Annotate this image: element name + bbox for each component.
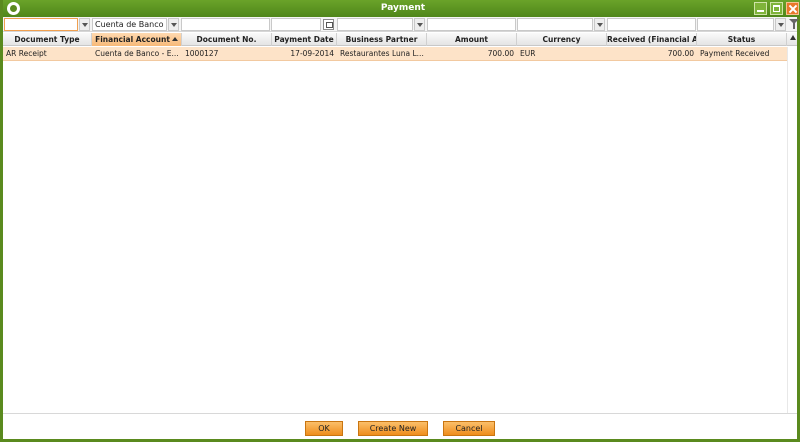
column-header-amount[interactable]: Amount — [427, 33, 517, 46]
filter-currency-dropdown-icon[interactable] — [594, 18, 605, 31]
scroll-up-icon[interactable] — [790, 35, 796, 40]
ok-button[interactable]: OK — [305, 421, 343, 436]
filter-status[interactable] — [697, 18, 774, 31]
filter-financial-account[interactable]: Cuenta de Banco - E — [92, 18, 167, 31]
button-bar: OK Create New Cancel — [3, 413, 797, 439]
cell-currency: EUR — [520, 49, 536, 58]
table-row[interactable]: AR Receipt Cuenta de Banco - E... 100012… — [3, 47, 787, 61]
calendar-icon[interactable] — [323, 19, 334, 30]
filter-business-partner[interactable] — [337, 18, 413, 31]
filter-currency[interactable] — [517, 18, 593, 31]
create-new-button[interactable]: Create New — [358, 421, 428, 436]
column-header-business-partner[interactable]: Business Partner — [337, 33, 427, 46]
column-header-financial-account[interactable]: Financial Account — [92, 33, 182, 46]
filter-document-type-dropdown-icon[interactable] — [79, 18, 90, 31]
filter-payment-date[interactable] — [271, 18, 321, 31]
grid-header: Document Type Financial Account Document… — [3, 33, 797, 46]
sort-ascending-icon — [171, 37, 178, 41]
filter-status-dropdown-icon[interactable] — [775, 18, 786, 31]
cell-document-no: 1000127 — [185, 49, 219, 58]
column-header-document-no[interactable]: Document No. — [182, 33, 272, 46]
filter-amount[interactable] — [427, 18, 516, 31]
filter-document-type[interactable] — [4, 18, 78, 31]
filter-funnel-icon[interactable] — [789, 18, 799, 30]
cell-financial-account: Cuenta de Banco - E... — [95, 49, 179, 58]
filter-row: Cuenta de Banco - E — [3, 17, 799, 32]
column-header-payment-date[interactable]: Payment Date — [272, 33, 337, 46]
filter-document-no[interactable] — [181, 18, 270, 31]
minimize-icon[interactable] — [754, 2, 767, 15]
payment-grid: AR Receipt Cuenta de Banco - E... 100012… — [3, 47, 787, 413]
close-icon[interactable] — [786, 2, 799, 15]
cell-amount: 700.00 — [487, 49, 514, 58]
filter-received[interactable] — [607, 18, 696, 31]
vertical-scrollbar[interactable] — [787, 47, 797, 413]
cell-received: 700.00 — [667, 49, 694, 58]
window-title: Payment — [380, 3, 426, 13]
cancel-button[interactable]: Cancel — [443, 421, 495, 436]
filter-financial-account-dropdown-icon[interactable] — [168, 18, 179, 31]
cell-status: Payment Received — [700, 49, 770, 58]
cell-business-partner: Restaurantes Luna L... — [340, 49, 424, 58]
column-header-document-type[interactable]: Document Type — [3, 33, 92, 46]
column-header-received[interactable]: Received (Financial Ac... — [607, 33, 697, 46]
filter-business-partner-dropdown-icon[interactable] — [414, 18, 425, 31]
title-bar[interactable]: Payment — [3, 0, 800, 17]
cell-document-type: AR Receipt — [6, 49, 47, 58]
column-header-currency[interactable]: Currency — [517, 33, 607, 46]
cell-payment-date: 17-09-2014 — [290, 49, 334, 58]
column-header-status[interactable]: Status — [697, 33, 787, 46]
maximize-icon[interactable] — [770, 2, 783, 15]
